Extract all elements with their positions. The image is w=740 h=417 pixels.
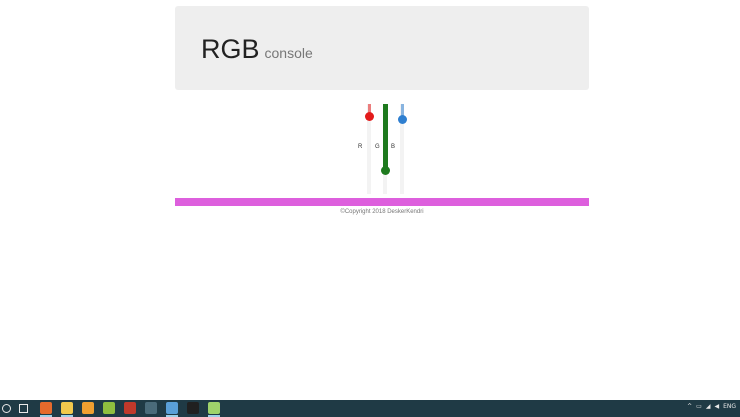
slider-thumb-g[interactable] xyxy=(380,166,390,175)
rgb-slider-group: R G B xyxy=(355,98,415,196)
firefox-icon[interactable] xyxy=(40,402,52,414)
app-red-icon[interactable] xyxy=(124,402,136,414)
start-button-icon[interactable] xyxy=(2,404,11,413)
battery-icon[interactable]: ▭ xyxy=(696,403,702,410)
chevron-up-icon[interactable]: ^ xyxy=(687,403,692,410)
slider-track-g[interactable] xyxy=(380,104,390,194)
header-panel: RGB console xyxy=(175,6,589,90)
task-view-icon[interactable] xyxy=(19,404,28,413)
slider-thumb-b[interactable] xyxy=(397,115,407,124)
file-explorer-icon[interactable] xyxy=(61,402,73,414)
app-orange-icon[interactable] xyxy=(82,402,94,414)
language-indicator[interactable]: ENG xyxy=(723,403,736,410)
slider-label-g: G xyxy=(375,144,380,150)
slider-track-r[interactable] xyxy=(364,104,374,194)
page-title-text: RGB xyxy=(201,34,260,64)
page-title: RGB console xyxy=(201,34,313,65)
terminal-icon[interactable] xyxy=(187,402,199,414)
slider-thumb-r[interactable] xyxy=(364,112,374,121)
app-window-icon[interactable] xyxy=(166,402,178,414)
slider-label-b: B xyxy=(391,144,396,150)
copyright-text: ©Copyright 2018 DeskerKendri xyxy=(340,209,424,215)
notepad-icon[interactable] xyxy=(208,402,220,414)
page-subtitle: console xyxy=(264,45,313,61)
slider-label-r: R xyxy=(358,144,363,150)
slider-fill-g xyxy=(382,104,388,169)
system-tray: ^ ▭ ◢ ◀ ENG xyxy=(687,403,736,410)
taskbar: ^ ▭ ◢ ◀ ENG xyxy=(0,400,740,417)
footer-bar xyxy=(175,198,589,206)
slider-track-b[interactable] xyxy=(397,104,407,194)
app-person-icon[interactable] xyxy=(145,402,157,414)
app-triangle-icon[interactable] xyxy=(103,402,115,414)
network-icon[interactable]: ◢ xyxy=(706,403,711,410)
volume-icon[interactable]: ◀ xyxy=(714,403,719,410)
